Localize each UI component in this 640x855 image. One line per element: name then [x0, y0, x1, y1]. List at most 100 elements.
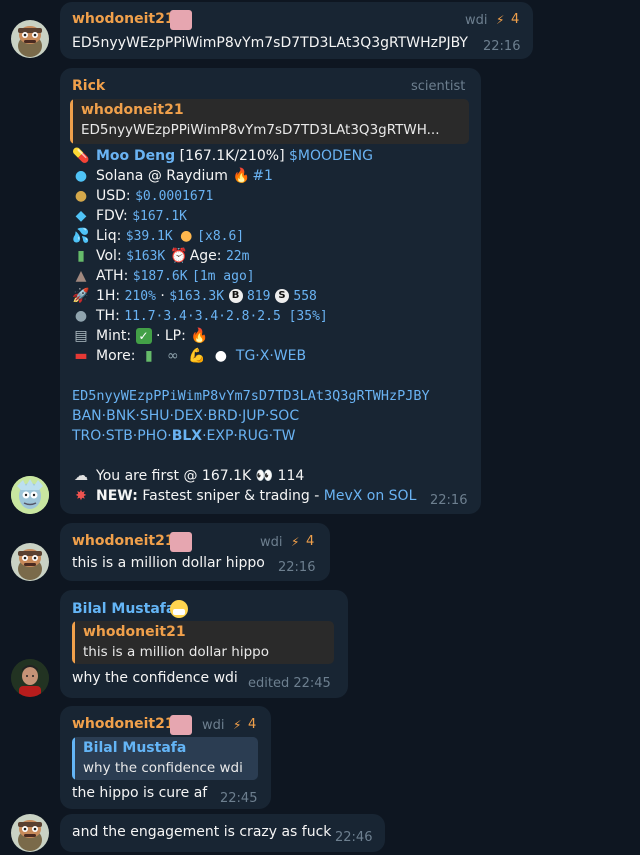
mint-line: ▤ Mint: ✓ · LP: 🔥 [72, 326, 214, 346]
message-bubble: whodoneit21 wdi ⚡ 4 Bilal Mustafa why th… [60, 706, 271, 809]
message-text: the hippo is cure af [72, 785, 208, 801]
liq-multiplier: [x8.6] [197, 229, 245, 244]
chart-icon[interactable]: ▮ [140, 348, 158, 364]
reply-preview[interactable]: Bilal Mustafa why the confidence wdi [72, 737, 258, 780]
tool-links-part-a[interactable]: TRO·STB·PHO· [72, 428, 172, 444]
gem-icon: ◆ [75, 208, 87, 224]
more-line: ▬ More: ▮ ∞ 💪 ● TG·X·WEB [72, 346, 306, 366]
usd-value: $0.0001671 [135, 189, 214, 204]
reply-sender: Bilal Mustafa [83, 740, 187, 756]
mevx-link[interactable]: MevX on SOL [324, 488, 417, 504]
globe-icon: ● [74, 168, 88, 184]
more-links[interactable]: TG·X·WEB [236, 348, 306, 364]
liq-value: $39.1K [125, 229, 173, 244]
pufferfish-icon: ● [180, 228, 193, 244]
age-value: 22m [225, 249, 250, 264]
reply-bar [72, 737, 75, 780]
contract-address-link[interactable]: ED5nyyWEzpPPiWimP8vYm7sD7TD3LAt3Q3gRTWHz… [72, 386, 430, 406]
message-text: ED5nyyWEzpPPiWimP8vYm7sD7TD3LAt3Q3gRTWHz… [72, 35, 468, 51]
tool-links-row-2[interactable]: TRO·STB·PHO·BLX·EXP·RUG·TW [72, 426, 296, 446]
message-time: edited 22:45 [248, 676, 331, 691]
message-time: 22:45 [220, 791, 258, 806]
token-name-link[interactable]: Moo Deng [96, 148, 175, 164]
usd-line: ● USD: $0.0001671 [72, 186, 213, 206]
flexed-biceps-icon[interactable]: 💪 [188, 348, 206, 364]
reply-preview[interactable]: whodoneit21 ED5nyyWEzpPPiWimP8vYm7sD7TD3… [70, 99, 469, 144]
tool-link-blx[interactable]: BLX [172, 428, 202, 444]
fdv-line: ◆ FDV: $167.1K [72, 206, 187, 226]
tool-links-row-1[interactable]: BAN·BNK·SHU·DEX·BRD·JUP·SOC [72, 406, 299, 426]
vol-value: $163K [126, 249, 166, 264]
vol-label: Vol: [96, 248, 122, 264]
th-label: TH: [96, 308, 120, 324]
mint-label: Mint: [96, 328, 132, 344]
message-bubble: Rick scientist whodoneit21 ED5nyyWEzpPPi… [60, 68, 481, 514]
message-bubble: whodoneit21 wdi ⚡ 4 ED5nyyWEzpPPiWimP8vY… [60, 2, 533, 59]
fire-icon: 🔥 [232, 168, 251, 184]
1h-separator: · [160, 288, 165, 304]
message-time: 22:16 [483, 39, 521, 54]
sender-name[interactable]: whodoneit21 [72, 716, 175, 732]
money-bag-icon: ● [74, 188, 88, 204]
first-line: ☁ You are first @ 167.1K 👀 114 [72, 466, 304, 486]
water-drops-icon: 💦 [72, 228, 90, 244]
mountain-icon: ▲ [75, 268, 87, 284]
sender-name[interactable]: Bilal Mustafa [72, 601, 175, 617]
bar-chart-icon: ▮ [77, 248, 85, 264]
boost-icon: ⚡ [291, 535, 300, 549]
reply-preview[interactable]: whodoneit21 this is a million dollar hip… [72, 621, 334, 664]
boost-count: 4 [511, 12, 520, 27]
1h-volume: $163.3K [169, 289, 225, 304]
age-label: Age: [189, 248, 222, 264]
boost-count: 4 [306, 534, 315, 549]
first-count: 114 [277, 468, 305, 484]
usd-label: USD: [96, 188, 131, 204]
member-tag: scientist [411, 79, 466, 94]
chain-text: Solana @ Raydium [96, 168, 228, 184]
lp-label: · LP: [155, 328, 186, 344]
reply-text: why the confidence wdi [83, 760, 243, 776]
sender-name[interactable]: Rick [72, 78, 105, 94]
pill-icon: 💊 [72, 148, 90, 164]
message-text: this is a million dollar hippo [72, 555, 265, 571]
avatar-bilal-mustafa[interactable] [11, 659, 49, 697]
ticker-link[interactable]: $MOODENG [289, 148, 373, 164]
sender-name[interactable]: whodoneit21 [72, 533, 175, 549]
message-bubble: and the engagement is crazy as fuck 22:4… [60, 814, 385, 852]
anime-avatar-emoji-icon [170, 10, 192, 30]
link-icon[interactable]: ∞ [164, 348, 182, 364]
message-time: 22:16 [430, 493, 468, 508]
member-tag: wdi [465, 13, 488, 28]
vol-line: ▮ Vol: $163K ⏰ Age: 22m [72, 246, 249, 266]
rank-link[interactable]: #1 [252, 168, 273, 184]
message-time: 22:16 [278, 560, 316, 575]
new-label: NEW: [96, 488, 138, 504]
liq-label: Liq: [96, 228, 122, 244]
boost-count: 4 [248, 717, 257, 732]
member-tag: wdi [260, 535, 283, 550]
ath-label: ATH: [96, 268, 129, 284]
speech-bubble-icon[interactable]: ● [212, 348, 230, 364]
1h-line: 🚀 1H: 210% · $163.3K B 819 S 558 [72, 286, 317, 306]
avatar-whodoneit21[interactable] [11, 814, 49, 852]
reply-text: ED5nyyWEzpPPiWimP8vYm7sD7TD3LAt3Q3gRTWH.… [81, 122, 440, 138]
buys-icon: B [228, 289, 243, 303]
avatar-whodoneit21[interactable] [11, 20, 49, 58]
people-icon: ● [74, 308, 88, 324]
toolbox-icon: ▬ [74, 348, 88, 364]
th-value: 11.7·3.4·3.4·2.8·2.5 [35%] [124, 309, 328, 324]
ath-ago: [1m ago] [192, 269, 255, 284]
avatar-rick[interactable] [11, 476, 49, 514]
message-text: why the confidence wdi [72, 670, 238, 686]
reply-sender: whodoneit21 [83, 624, 186, 640]
tool-links-part-c[interactable]: ·EXP·RUG·TW [202, 428, 295, 444]
message-bubble: whodoneit21 wdi ⚡ 4 this is a million do… [60, 523, 330, 581]
collision-icon: ✸ [75, 488, 87, 504]
new-line: ✸ NEW: Fastest sniper & trading - MevX on… [72, 486, 416, 506]
avatar-whodoneit21[interactable] [11, 543, 49, 581]
1h-percent: 210% [124, 289, 156, 304]
sender-name[interactable]: whodoneit21 [72, 11, 175, 27]
message-time: 22:46 [335, 830, 373, 845]
reply-bar [72, 621, 75, 664]
sells-count: 558 [293, 289, 317, 304]
